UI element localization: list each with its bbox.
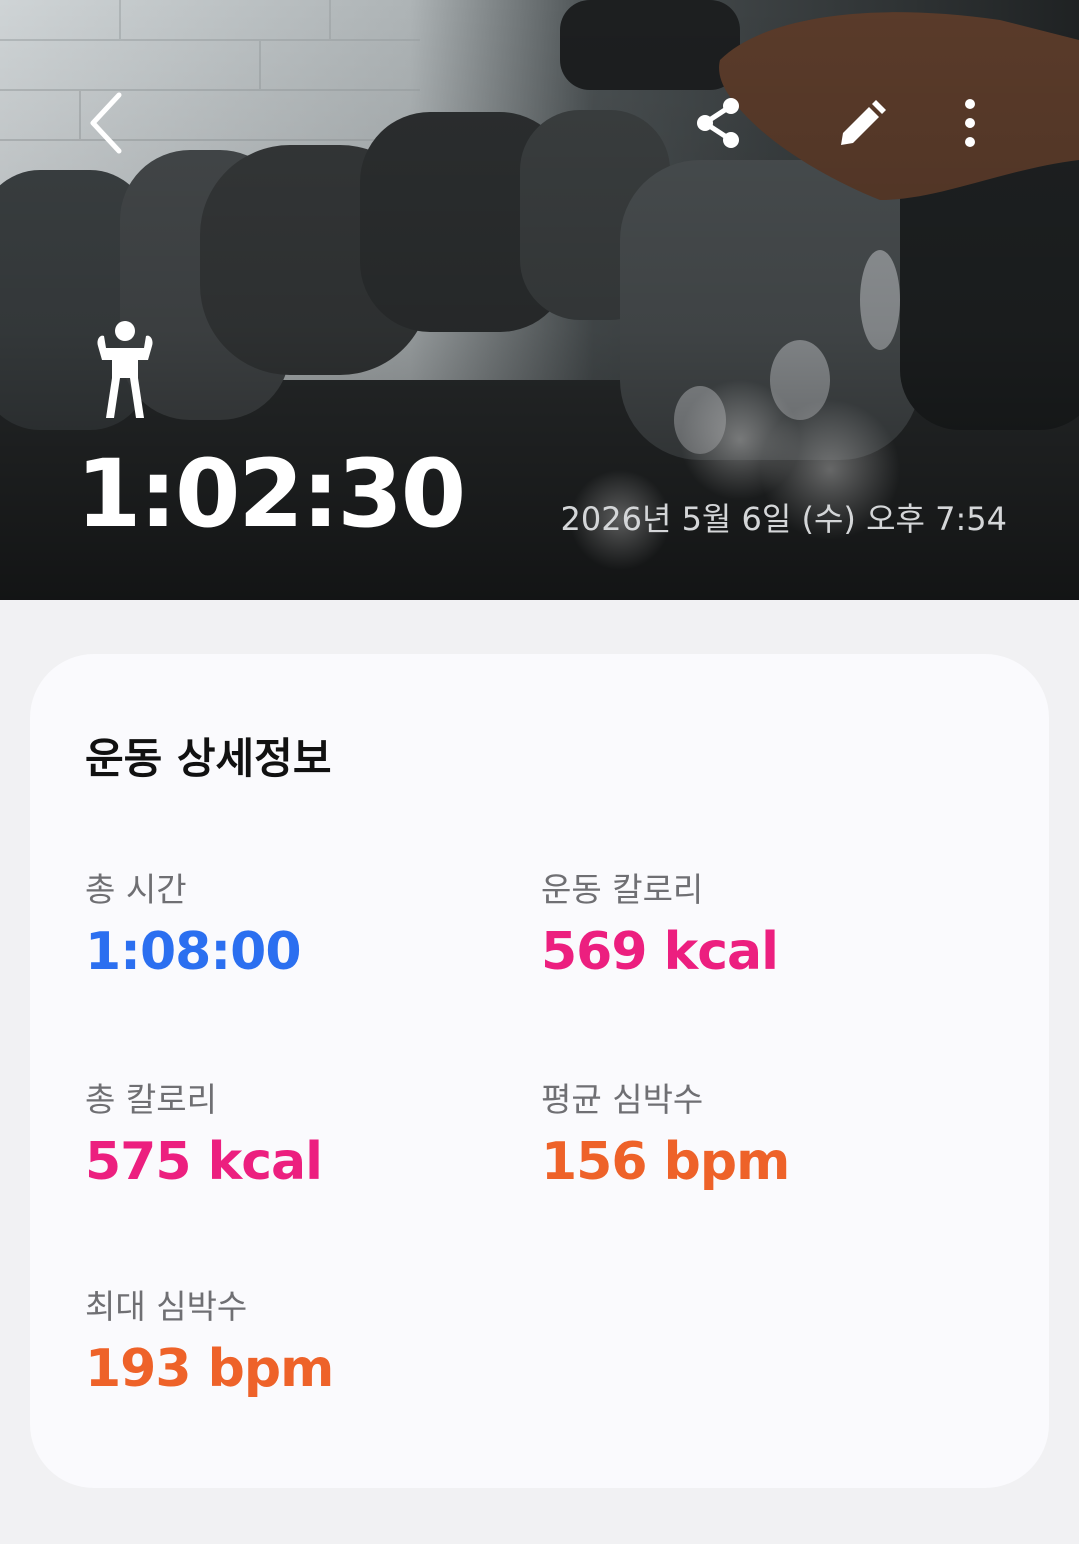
edit-pencil-icon (841, 100, 886, 145)
stat-label: 운동 칼로리 (541, 870, 704, 909)
back-button[interactable] (72, 78, 142, 168)
stat-total-time: 총 시간 1:08:00 (85, 873, 525, 978)
stat-average-heart-rate: 평균 심박수 156 bpm (541, 1083, 981, 1188)
stat-value: 575 kcal (85, 1132, 323, 1192)
workout-hero-image: 1:02:30 2026년 5월 6일 (수) 오후 7:54 (0, 0, 1079, 600)
edit-button[interactable] (828, 88, 894, 158)
stat-max-heart-rate: 최대 심박수 193 bpm (85, 1290, 525, 1395)
stat-exercise-calories: 운동 칼로리 569 kcal (541, 873, 981, 978)
share-icon (697, 98, 739, 148)
stat-value: 1:08:00 (85, 922, 302, 982)
back-chevron-icon (90, 92, 122, 154)
stat-label: 평균 심박수 (541, 1080, 704, 1119)
workout-datetime: 2026년 5월 6일 (수) 오후 7:54 (560, 500, 1007, 538)
stat-total-calories: 총 칼로리 575 kcal (85, 1083, 525, 1188)
stat-label: 최대 심박수 (85, 1287, 248, 1326)
card-title: 운동 상세정보 (85, 734, 332, 783)
share-button[interactable] (688, 88, 748, 158)
workout-details-card: 운동 상세정보 총 시간 1:08:00 운동 칼로리 569 kcal 총 칼… (30, 654, 1049, 1488)
strength-exercise-icon (97, 321, 153, 418)
stat-value: 156 bpm (541, 1132, 790, 1192)
stat-value: 569 kcal (541, 922, 779, 982)
more-options-button[interactable] (948, 88, 992, 158)
workout-duration: 1:02:30 (76, 440, 466, 549)
stat-label: 총 시간 (85, 870, 187, 909)
stat-label: 총 칼로리 (85, 1080, 217, 1119)
stat-value: 193 bpm (85, 1339, 334, 1399)
more-vertical-icon (965, 99, 975, 147)
